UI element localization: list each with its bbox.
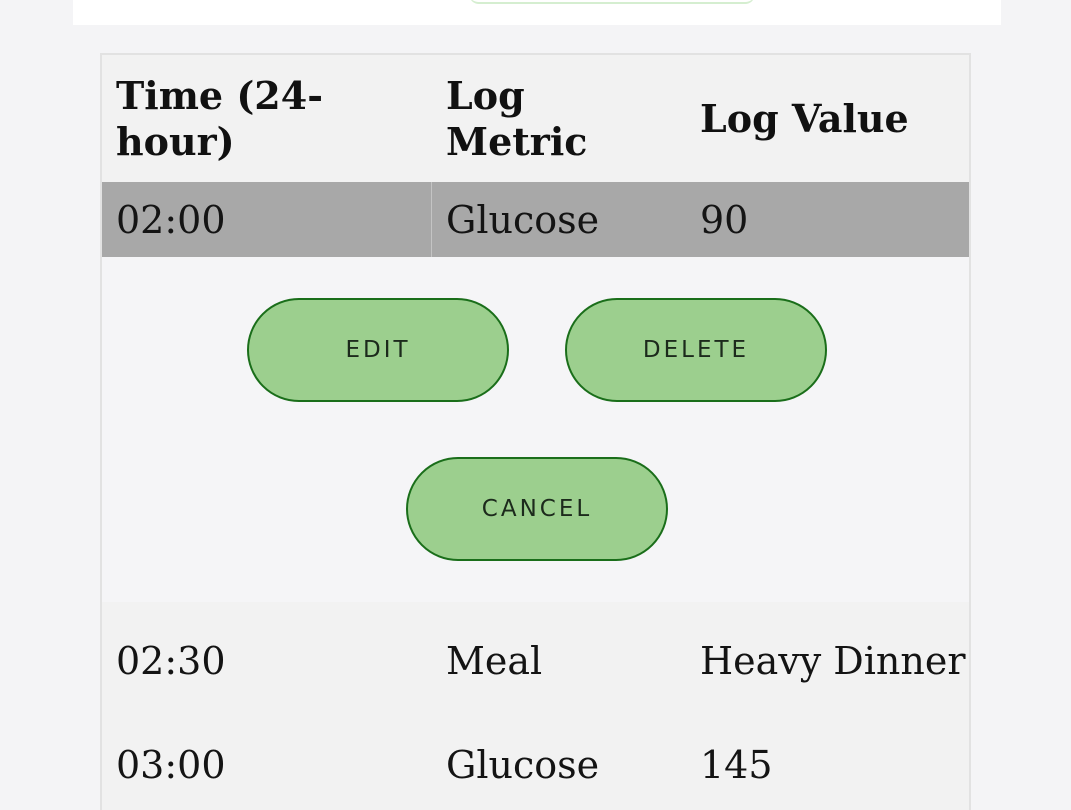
header-time: Time (24-hour) [116,72,323,164]
delete-button[interactable]: DELETE [565,298,827,402]
header-log-metric: Log Metric [446,72,588,164]
cell-value: 145 [700,743,773,787]
table-header-row: Time (24-hour) Log Metric Log Value [102,55,969,182]
log-table: Time (24-hour) Log Metric Log Value 02:0… [100,53,971,810]
cell-metric: Glucose [446,197,600,242]
column-divider [431,182,432,257]
cell-value: Heavy Dinner [700,639,966,683]
row-action-panel: EDIT DELETE CANCEL [102,257,969,602]
cell-value: 90 [700,197,749,242]
table-row[interactable]: 02:30 Meal Heavy Dinner [102,602,969,720]
header-log-value: Log Value [700,95,909,141]
cell-time: 02:30 [116,639,226,683]
cell-time: 03:00 [116,743,226,787]
table-row-selected[interactable]: 02:00 Glucose 90 [102,182,969,257]
edit-button[interactable]: EDIT [247,298,509,402]
top-button-edge[interactable] [469,0,755,4]
cell-metric: Meal [446,639,543,683]
cell-metric: Glucose [446,743,600,787]
table-row[interactable]: 03:00 Glucose 145 [102,720,969,810]
top-card [73,0,1001,25]
cancel-button[interactable]: CANCEL [406,457,668,561]
cell-time: 02:00 [116,197,226,242]
